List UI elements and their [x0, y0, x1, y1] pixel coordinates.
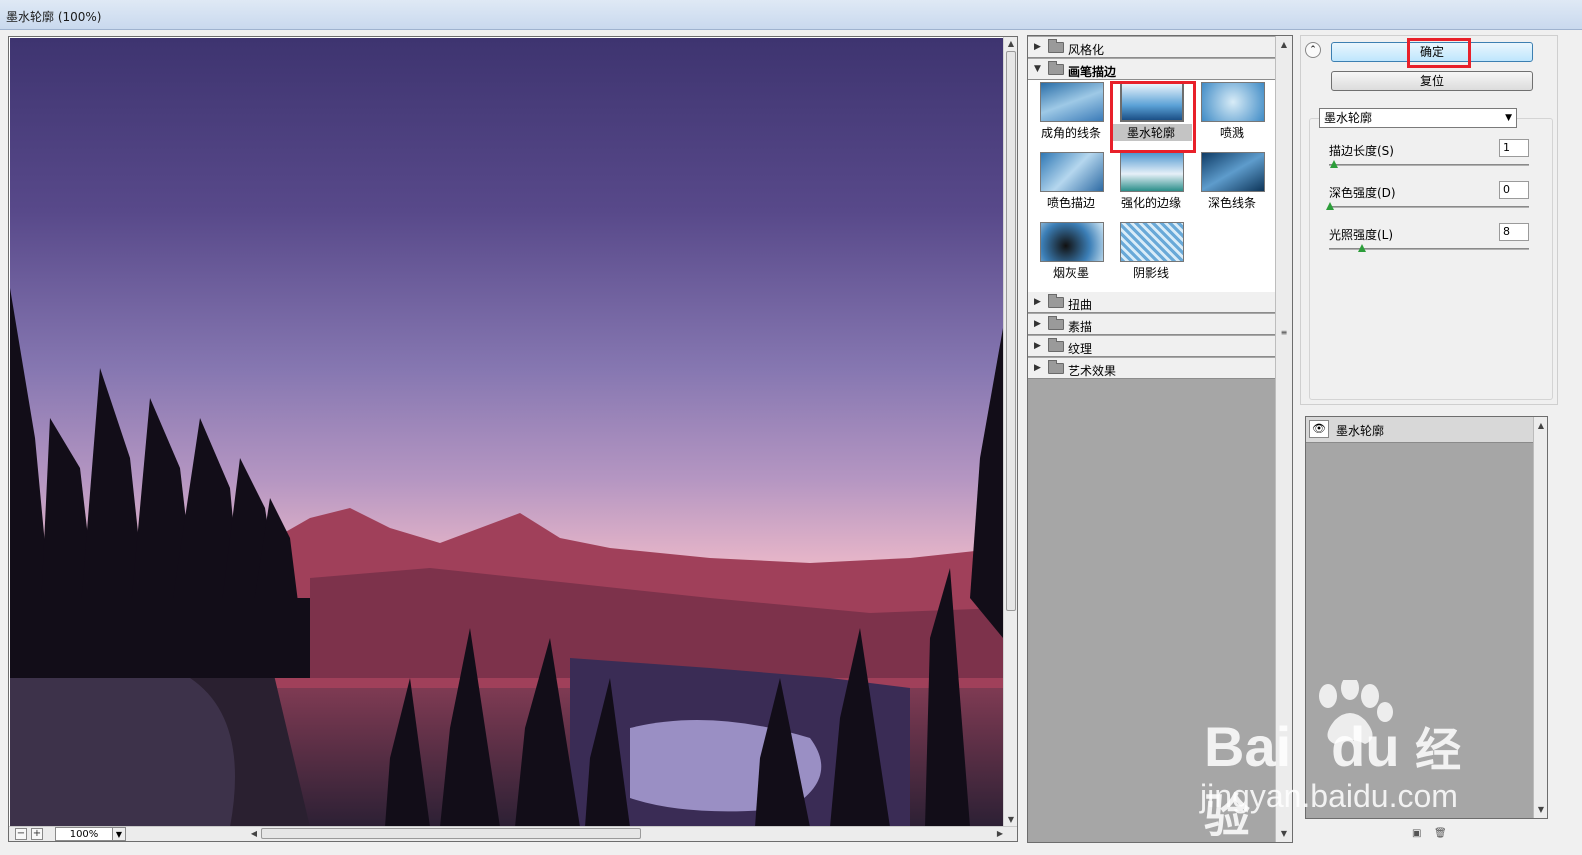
filter-accented-edges[interactable]: 强化的边缘: [1110, 150, 1190, 216]
baidu-watermark: Bai du 经验 jingyan.baidu.com: [1200, 676, 1500, 842]
stroke-length-input[interactable]: 1: [1499, 139, 1529, 157]
landscape-illustration: [10, 288, 1003, 827]
slider-knob[interactable]: [1358, 244, 1366, 252]
window-title: 墨水轮廓 (100%): [6, 10, 102, 24]
filter-angled-strokes[interactable]: 成角的线条: [1030, 80, 1110, 146]
collapse-panel-icon[interactable]: ⌃: [1305, 42, 1321, 58]
stroke-length-control: 描边长度(S) 1: [1329, 138, 1531, 178]
selection-highlight: [1110, 81, 1196, 153]
category-artistic[interactable]: ▶ 艺术效果: [1028, 358, 1275, 379]
spatter-thumb-icon: [1201, 82, 1265, 122]
hscroll-thumb[interactable]: [261, 828, 641, 839]
filter-spatter[interactable]: 喷溅: [1191, 80, 1271, 146]
category-sketch[interactable]: ▶ 素描: [1028, 314, 1275, 335]
title-bar: 墨水轮廓 (100%): [0, 0, 1582, 30]
folder-icon: [1048, 294, 1064, 308]
effect-layer-item[interactable]: 👁 墨水轮廓: [1306, 417, 1534, 443]
stroke-length-slider[interactable]: [1329, 164, 1529, 166]
preview-horizontal-scrollbar[interactable]: ◀ ▶: [247, 827, 1007, 841]
folder-icon: [1048, 360, 1064, 374]
folder-icon: [1048, 39, 1064, 53]
watermark-url: jingyan.baidu.com: [1200, 778, 1458, 814]
scroll-left-icon[interactable]: ◀: [247, 827, 261, 840]
dark-intensity-slider[interactable]: [1329, 206, 1529, 208]
filter-sumi-e[interactable]: 烟灰墨: [1030, 220, 1110, 286]
dark-intensity-input[interactable]: 0: [1499, 181, 1529, 199]
filter-select[interactable]: 墨水轮廓 ▼: [1319, 108, 1517, 128]
scroll-up-icon[interactable]: ▲: [1277, 38, 1291, 51]
expand-icon: ▶: [1034, 42, 1041, 52]
category-distort[interactable]: ▶ 扭曲: [1028, 292, 1275, 313]
zoom-in-button[interactable]: +: [31, 828, 43, 840]
folder-icon: [1048, 338, 1064, 352]
slider-knob[interactable]: [1326, 202, 1334, 210]
watermark-brand: Bai: [1204, 715, 1292, 778]
scroll-up-icon[interactable]: ▲: [1004, 37, 1018, 50]
chevron-down-icon: ▼: [1505, 113, 1512, 123]
scroll-thumb[interactable]: [1006, 51, 1016, 611]
sumi-e-thumb-icon: [1040, 222, 1104, 262]
sprayed-strokes-thumb-icon: [1040, 152, 1104, 192]
preview-status-bar: − + 100% ▼ ◀ ▶: [9, 826, 1017, 841]
slider-knob[interactable]: [1330, 160, 1338, 168]
scroll-down-icon[interactable]: ▼: [1004, 813, 1018, 826]
scroll-grip-icon[interactable]: ≡: [1277, 326, 1291, 339]
folder-icon: [1048, 61, 1064, 75]
scroll-right-icon[interactable]: ▶: [993, 827, 1007, 840]
crosshatch-thumb-icon: [1120, 222, 1184, 262]
expand-icon: ▶: [1034, 341, 1041, 351]
category-brush-strokes[interactable]: ▼ 画笔描边: [1028, 59, 1275, 80]
expand-icon: ▶: [1034, 319, 1041, 329]
light-intensity-input[interactable]: 8: [1499, 223, 1529, 241]
preview-image[interactable]: [10, 38, 1003, 827]
reset-button[interactable]: 复位: [1331, 71, 1533, 91]
preview-vertical-scrollbar[interactable]: ▲ ▼: [1003, 37, 1017, 826]
preview-panel: ▲ ▼ − + 100% ▼ ◀ ▶: [8, 36, 1018, 842]
watermark-brand2: du: [1331, 715, 1400, 778]
filter-crosshatch[interactable]: 阴影线: [1110, 220, 1190, 286]
expand-icon: ▶: [1034, 297, 1041, 307]
dark-intensity-control: 深色强度(D) 0: [1326, 180, 1531, 220]
zoom-out-button[interactable]: −: [15, 828, 27, 840]
zoom-dropdown-icon[interactable]: ▼: [112, 827, 126, 841]
accented-edges-thumb-icon: [1120, 152, 1184, 192]
folder-icon: [1048, 316, 1064, 330]
filter-settings-panel: ⌃ 确定 复位 墨水轮廓 ▼ 描边长度(S) 1 深色强度(D) 0 光照强度(…: [1300, 35, 1558, 405]
ok-highlight: [1407, 38, 1471, 68]
zoom-level-field[interactable]: 100%: [55, 827, 113, 841]
category-stylize[interactable]: ▶ 风格化: [1028, 37, 1275, 58]
category-texture[interactable]: ▶ 纹理: [1028, 336, 1275, 357]
light-intensity-control: 光照强度(L) 8: [1329, 222, 1531, 262]
filter-sprayed-strokes[interactable]: 喷色描边: [1030, 150, 1110, 216]
filter-dark-strokes[interactable]: 深色线条: [1191, 150, 1271, 216]
eye-icon[interactable]: 👁: [1309, 420, 1329, 438]
dark-strokes-thumb-icon: [1201, 152, 1265, 192]
scroll-down-icon[interactable]: ▼: [1534, 803, 1548, 816]
angled-strokes-thumb-icon: [1040, 82, 1104, 122]
expand-icon: ▶: [1034, 363, 1041, 373]
collapse-icon: ▼: [1034, 64, 1041, 74]
scroll-up-icon[interactable]: ▲: [1534, 419, 1548, 432]
layers-scrollbar[interactable]: ▲ ▼: [1533, 417, 1547, 818]
